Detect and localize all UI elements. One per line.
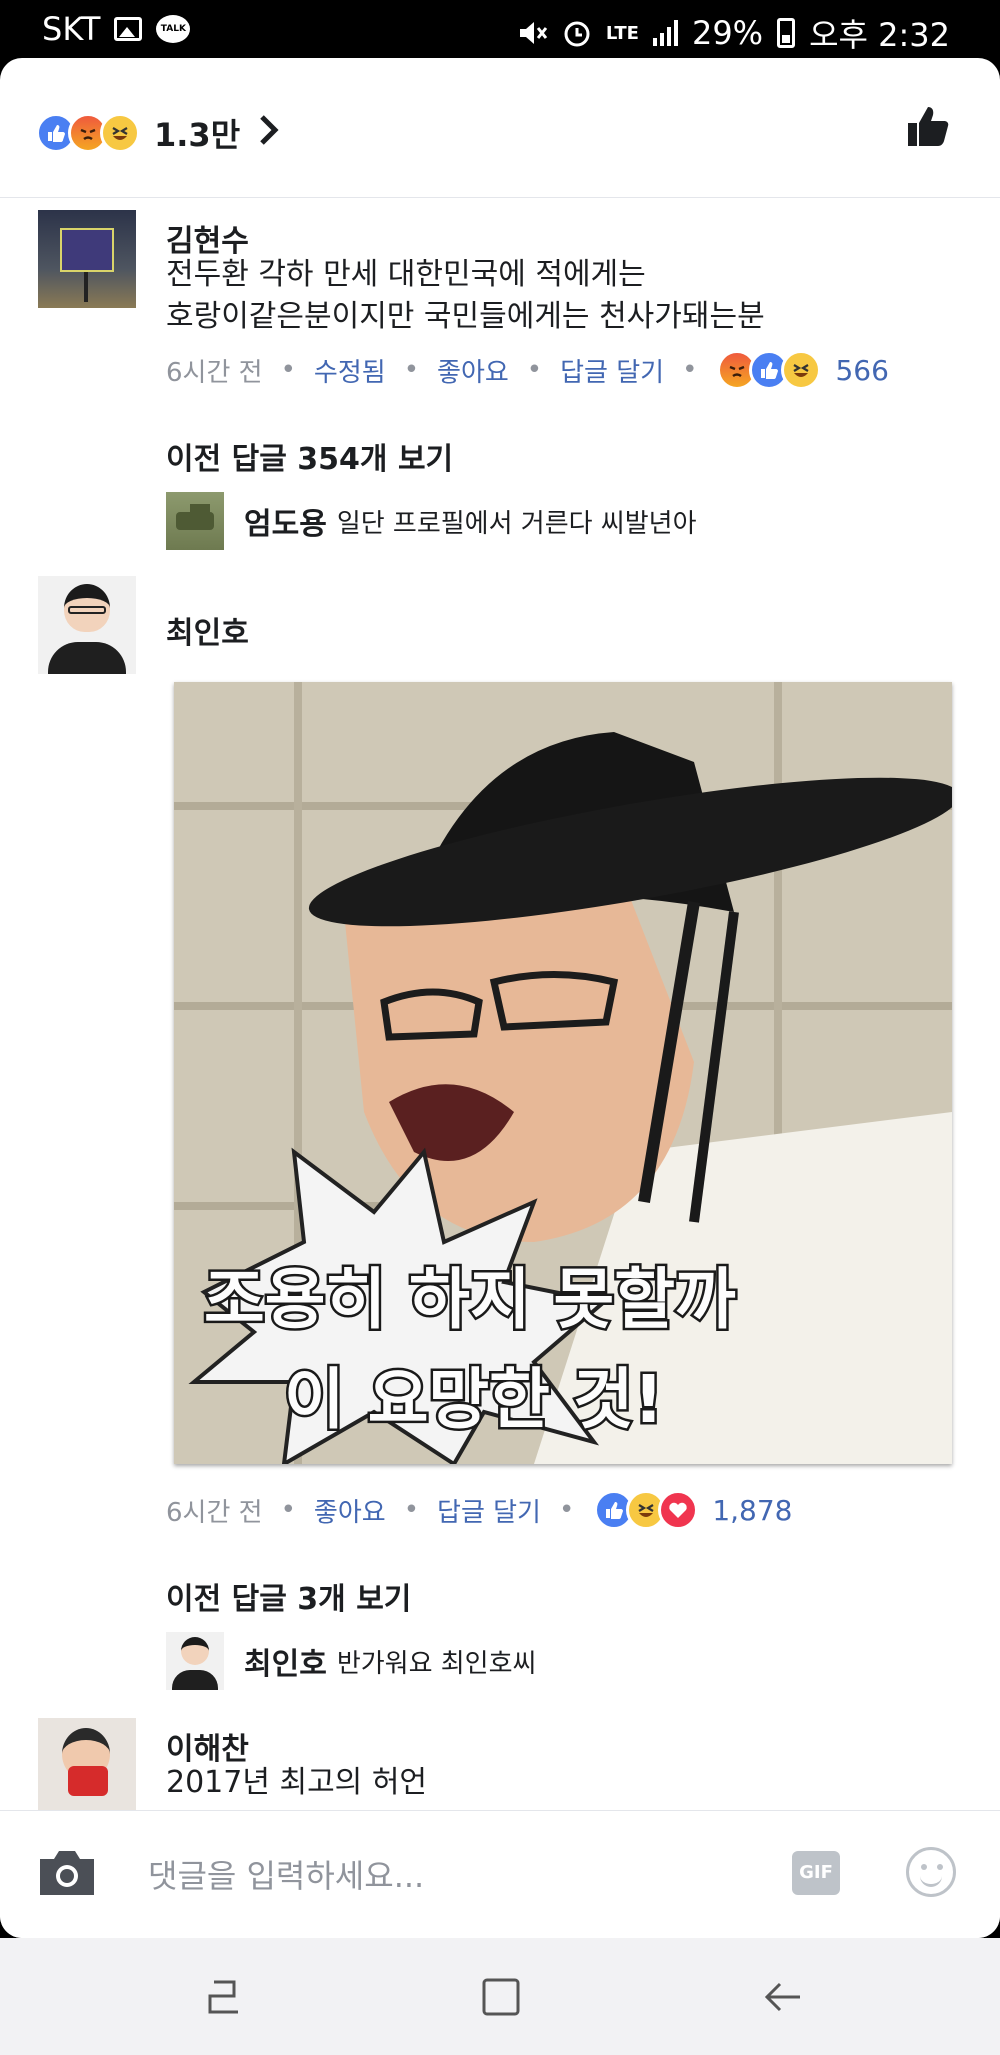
comment-text: 2017년 최고의 허언 — [166, 1765, 428, 1800]
status-bar: SKT TALK LTE 29% 오후 2:32 — [0, 0, 1000, 58]
kakaotalk-notification-icon: TALK — [156, 15, 191, 43]
emoji-icon[interactable] — [906, 1847, 956, 1897]
avatar[interactable] — [38, 1718, 136, 1810]
gallery-notification-icon — [114, 17, 143, 41]
clock: 오후 2:32 — [809, 16, 950, 54]
battery-percent: 29% — [691, 14, 764, 52]
comments-sheet: 1.3만 김현수 전두환 각하 만세 대한민국에 적에게는 호랑이같은분이지만 … — [0, 58, 1000, 1938]
system-navigation-bar — [0, 1938, 1000, 2055]
back-icon[interactable] — [760, 1974, 806, 2020]
gif-button[interactable]: GIF — [792, 1851, 840, 1895]
carrier-label: SKT — [42, 10, 101, 48]
alarm-icon — [564, 21, 590, 47]
signal-icon — [652, 20, 678, 46]
comment-composer: 댓글을 입력하세요... GIF — [0, 1810, 1000, 1938]
recent-apps-icon[interactable] — [200, 1974, 246, 2020]
network-type-label: LTE — [605, 22, 639, 44]
mute-icon — [519, 22, 548, 44]
comment-lee-haechan: 이해찬 2017년 최고의 허언 — [0, 58, 1000, 1810]
comment-input[interactable]: 댓글을 입력하세요... — [148, 1851, 424, 1897]
home-icon[interactable] — [478, 1974, 524, 2020]
battery-icon — [777, 18, 796, 48]
camera-icon[interactable] — [36, 1847, 98, 1897]
